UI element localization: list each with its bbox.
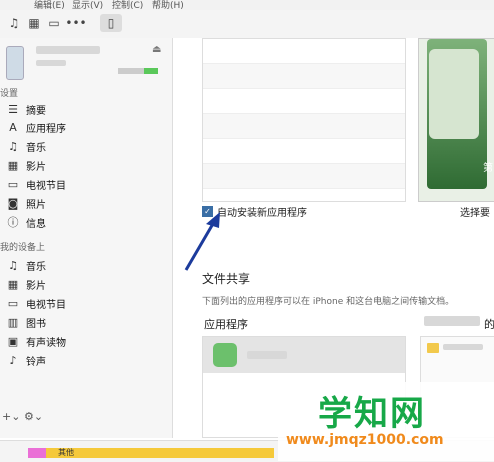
file-sharing-desc: 下面列出的应用程序可以在 iPhone 和这台电脑之间传输文档。 xyxy=(202,297,455,307)
document-name-redacted xyxy=(443,344,483,350)
docs-column-title: 的 xyxy=(484,318,494,331)
app-icon xyxy=(213,343,237,367)
file-sharing-title: 文件共享 xyxy=(202,272,251,286)
docs-column-title-redacted xyxy=(424,316,480,326)
apps-column-title: 应用程序 xyxy=(204,318,248,331)
storage-bar: 其他 xyxy=(28,448,274,458)
folder-icon xyxy=(427,343,439,353)
watermark-url: www.jmqz1000.com xyxy=(286,432,444,448)
app-name-redacted xyxy=(247,351,287,359)
list-item[interactable] xyxy=(203,337,405,373)
watermark-logo: 学知网 xyxy=(318,394,426,434)
storage-other-label: 其他 xyxy=(58,448,74,457)
